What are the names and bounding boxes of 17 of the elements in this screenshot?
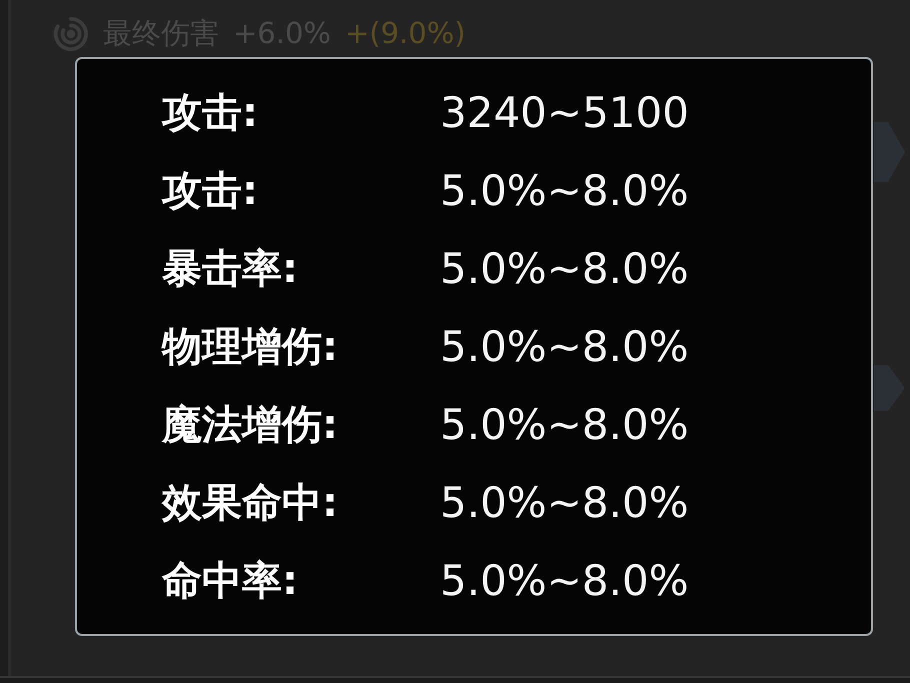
stat-range: 5.0%~8.0%: [440, 556, 689, 604]
stat-range: 5.0%~8.0%: [440, 478, 689, 526]
stat-range: 5.0%~8.0%: [440, 400, 689, 448]
arrow-tab-edge[interactable]: [874, 122, 905, 182]
stat-name: 物理增伤:: [162, 322, 338, 372]
stat-name: 攻击:: [162, 88, 258, 138]
stat-range: 3240~5100: [440, 88, 689, 136]
stat-name: 效果命中:: [162, 478, 338, 528]
stat-name: 命中率:: [162, 556, 298, 606]
stat-range: 5.0%~8.0%: [440, 166, 689, 214]
stat-range: 5.0%~8.0%: [440, 244, 689, 292]
swirl-icon: [53, 16, 89, 52]
arrow-tab-edge[interactable]: [874, 365, 905, 411]
stat-name: 暴击率:: [162, 244, 298, 294]
stat-name: 魔法增伤:: [162, 400, 338, 450]
stat-name: 攻击:: [162, 166, 258, 216]
stat-range: 5.0%~8.0%: [440, 322, 689, 370]
